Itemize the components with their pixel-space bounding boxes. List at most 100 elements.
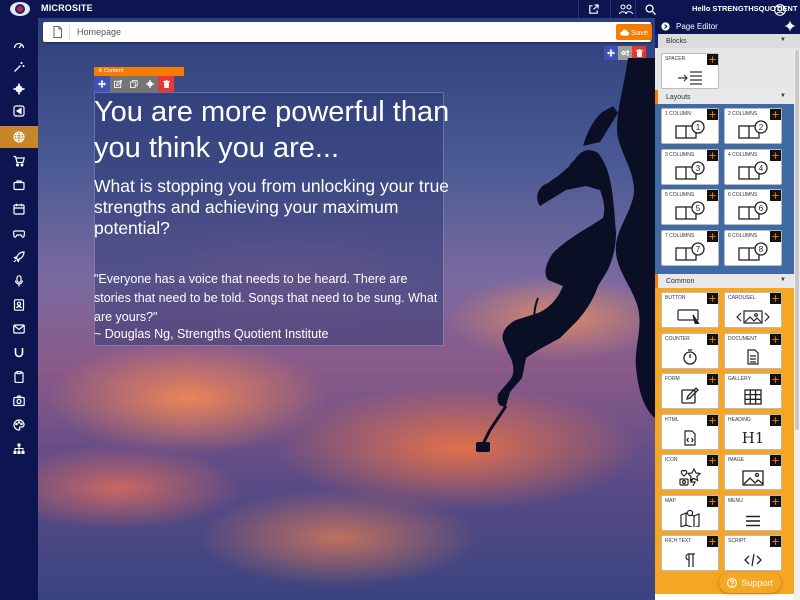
- tile-5-columns[interactable]: 5 COLUMNS 5: [661, 189, 719, 225]
- panel-scrollbar[interactable]: [794, 50, 800, 600]
- heading-icon: H1: [725, 430, 781, 446]
- sidebar-item-themes[interactable]: [0, 414, 38, 436]
- sitemap-icon: [13, 443, 25, 454]
- sidebar-item-launch[interactable]: [0, 246, 38, 268]
- sidebar-item-magic[interactable]: [0, 56, 38, 78]
- tile-menu[interactable]: MENU: [724, 494, 782, 531]
- add-icon: [770, 495, 781, 507]
- add-icon: [770, 455, 781, 466]
- tile-label: 5 COLUMNS: [665, 192, 695, 198]
- 7-columns-icon: 7: [662, 241, 718, 262]
- chevron-down-icon: ▼: [780, 93, 786, 99]
- tile-1-column[interactable]: 1 COLUMN 1: [661, 108, 719, 144]
- sidebar-item-shop[interactable]: [0, 150, 38, 172]
- climber-silhouette-image: [476, 58, 655, 452]
- sidebar-item-mail[interactable]: [0, 318, 38, 340]
- script-icon: [725, 553, 781, 567]
- add-icon: [707, 495, 718, 507]
- tile-4-columns[interactable]: 4 COLUMNS 4: [724, 148, 782, 185]
- tile-7-columns[interactable]: 7 COLUMNS 7: [661, 229, 719, 266]
- tile-image[interactable]: IMAGE: [724, 454, 782, 490]
- counter-icon: [662, 348, 718, 365]
- 3-columns-icon: 3: [662, 160, 718, 181]
- sidebar-item-media[interactable]: [0, 390, 38, 412]
- tile-map[interactable]: MAP: [661, 494, 719, 531]
- tile-2-columns[interactable]: 2 COLUMNS 2: [724, 108, 782, 144]
- palette-icon: [13, 419, 25, 431]
- sidebar-item-sitemap[interactable]: [0, 438, 38, 460]
- save-button[interactable]: Save: [616, 24, 652, 40]
- add-icon: [770, 374, 781, 385]
- tile-gallery[interactable]: GALLERY: [724, 373, 782, 409]
- support-button[interactable]: Support: [719, 572, 781, 593]
- tile-document[interactable]: DOCUMENT: [724, 332, 782, 369]
- page-canvas[interactable]: Homepage Save ⚙ Content You are more pow…: [38, 18, 655, 600]
- camera-icon: [13, 395, 25, 407]
- 6-columns-icon: 6: [725, 201, 781, 221]
- tile-script[interactable]: SCRIPT: [724, 535, 782, 571]
- tile-label: 6 COLUMNS: [728, 192, 758, 198]
- tile-label: 8 COLUMNS: [728, 232, 758, 239]
- cogs-icon: [621, 50, 629, 56]
- sidebar-item-podcast[interactable]: [0, 270, 38, 292]
- tile-html[interactable]: HTML: [661, 413, 719, 450]
- sidebar-item-games[interactable]: [0, 222, 38, 244]
- quote-author[interactable]: ~ Douglas Ng, Strengths Quotient Institu…: [94, 327, 329, 341]
- sidebar-item-tasks[interactable]: [0, 366, 38, 388]
- tile-label: 3 COLUMNS: [665, 151, 695, 158]
- tile-form[interactable]: FORM: [661, 373, 719, 409]
- common-section-title[interactable]: Common ▼: [655, 274, 800, 288]
- add-icon: [707, 54, 718, 65]
- blocks-section-title[interactable]: Blocks ▼: [655, 34, 800, 48]
- add-icon: [770, 293, 781, 304]
- tile-button[interactable]: BUTTON: [661, 292, 719, 328]
- tile-label: CAROUSEL: [728, 295, 756, 301]
- rocket-icon: [13, 251, 25, 263]
- search-icon[interactable]: [635, 0, 665, 18]
- trash-icon: [162, 80, 170, 88]
- move-block-button[interactable]: [94, 76, 110, 92]
- add-icon: [770, 414, 781, 426]
- external-link-icon[interactable]: [578, 0, 608, 18]
- column-count-text: 1: [696, 123, 701, 132]
- sidebar-item-settings[interactable]: [0, 78, 38, 100]
- block-settings-button[interactable]: [142, 76, 158, 92]
- tile-3-columns[interactable]: 3 COLUMNS 3: [661, 148, 719, 185]
- app-logo[interactable]: [10, 2, 30, 16]
- tile-8-columns[interactable]: 8 COLUMNS 8: [724, 229, 782, 266]
- map-icon: [662, 509, 718, 527]
- sidebar-item-calendar[interactable]: [0, 198, 38, 220]
- hero-subheading[interactable]: What is stopping you from unlocking your…: [94, 176, 454, 239]
- collapse-panel-icon[interactable]: [661, 21, 670, 31]
- tile-counter[interactable]: COUNTER: [661, 332, 719, 369]
- sidebar-item-business[interactable]: [0, 174, 38, 196]
- panel-settings-icon[interactable]: [785, 21, 795, 31]
- tile-label: IMAGE: [728, 457, 745, 463]
- tile-rich-text[interactable]: RICH TEXT: [661, 535, 719, 571]
- add-icon: [707, 455, 718, 466]
- edit-block-button[interactable]: [110, 76, 126, 92]
- sidebar-item-leads[interactable]: [0, 342, 38, 364]
- page-bar: Homepage: [43, 22, 651, 42]
- duplicate-block-button[interactable]: [126, 76, 142, 92]
- add-icon: [770, 536, 781, 547]
- content-block-tools: [94, 76, 174, 92]
- sidebar-item-contacts[interactable]: [0, 294, 38, 316]
- delete-block-button[interactable]: [158, 76, 174, 92]
- tile-icon[interactable]: ICON: [661, 454, 719, 490]
- sidebar-item-dashboard[interactable]: [0, 34, 38, 56]
- hero-quote[interactable]: "Everyone has a voice that needs to be h…: [94, 270, 444, 327]
- tag-gear-icon: ⚙: [98, 68, 103, 74]
- tile-6-columns[interactable]: 6 COLUMNS 6: [724, 189, 782, 225]
- tile-label: 7 COLUMNS: [665, 232, 695, 239]
- hero-heading[interactable]: You are more powerful than you think you…: [94, 94, 454, 166]
- layouts-section-title[interactable]: Layouts ▼: [655, 90, 800, 104]
- tile-spacer[interactable]: SPACER: [661, 53, 719, 89]
- tile-label: GALLERY: [728, 376, 751, 382]
- add-icon: [707, 333, 718, 345]
- tile-carousel[interactable]: CAROUSEL: [724, 292, 782, 328]
- common-section: Common ▼ BUTTON CAROUSEL COUNTER DOCUMENT FO…: [655, 274, 800, 594]
- sidebar-item-website[interactable]: [0, 126, 38, 148]
- sidebar-item-share[interactable]: [0, 100, 38, 122]
- tile-heading[interactable]: HEADING H1: [724, 413, 782, 450]
